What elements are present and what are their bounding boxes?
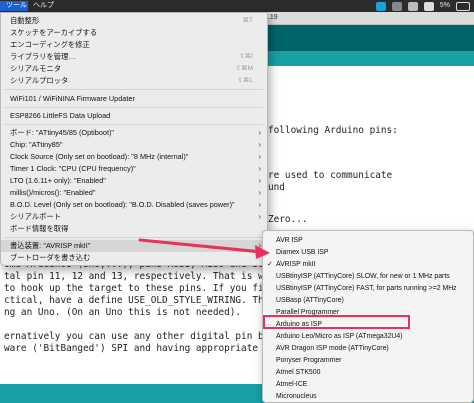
menu-item-littlefs-upload[interactable]: ESP8266 LittleFS Data Upload [1, 110, 267, 122]
menu-item-lto[interactable]: LTO (1.6.11+ only): "Enabled" › [1, 175, 267, 187]
battery-percent: 5% [439, 2, 450, 9]
programmer-diamex-usb-isp[interactable]: Diamex USB ISP [263, 247, 473, 259]
chevron-right-icon: › [258, 241, 261, 250]
code-line: und [268, 182, 285, 193]
chevron-right-icon: › [258, 200, 261, 209]
menu-item-timer1-clock[interactable]: Timer 1 Clock: "CPU (CPU frequency)" › [1, 163, 267, 175]
wifi-icon[interactable] [423, 1, 434, 11]
app-status-icon[interactable] [375, 1, 386, 11]
programmer-usbtinyisp-fast[interactable]: USBtinyISP (ATTinyCore) FAST, for parts … [263, 283, 473, 295]
programmer-atmel-stk500[interactable]: Atmel STK500 [263, 367, 473, 379]
menu-item-chip[interactable]: Chip: "ATtiny85" › [1, 139, 267, 151]
control-center-icon[interactable] [407, 1, 418, 11]
menu-separator [5, 237, 263, 238]
menu-item-auto-format[interactable]: 自動整形 ⌘T [1, 15, 267, 27]
programmer-avr-isp[interactable]: AVR ISP [263, 235, 473, 247]
chevron-right-icon: › [258, 164, 261, 173]
display-icon[interactable] [391, 1, 402, 11]
menu-item-burn-bootloader[interactable]: ブートローダを書き込む [1, 252, 267, 264]
programmer-avrisp-mkii[interactable]: ✓ AVRISP mkII [263, 259, 473, 271]
menu-item-fix-encoding[interactable]: エンコーディングを修正 [1, 39, 267, 51]
programmer-ponyser[interactable]: Ponyser Programmer [263, 355, 473, 367]
menu-item-board[interactable]: ボード: "ATtiny45/85 (Optiboot)" › [1, 127, 267, 139]
annotation-highlight-box [263, 315, 410, 329]
menu-item-bod-level[interactable]: B.O.D. Level (Only set on bootload): "B.… [1, 199, 267, 211]
chevron-right-icon: › [258, 140, 261, 149]
menu-tools[interactable]: ツール [0, 1, 28, 11]
programmer-micronucleus[interactable]: Micronucleus [263, 391, 473, 403]
shortcut-label: ⇧⌘L [237, 77, 253, 84]
shortcut-label: ⇧⌘I [239, 53, 253, 60]
menu-item-clock-source[interactable]: Clock Source (Only set on bootload): "8 … [1, 151, 267, 163]
code-line: following Arduino pins: [268, 125, 398, 136]
menu-help[interactable]: ヘルプ [33, 1, 54, 11]
chevron-right-icon: › [258, 128, 261, 137]
chevron-right-icon: › [258, 152, 261, 161]
menu-separator [5, 124, 263, 125]
menu-separator [5, 107, 263, 108]
menu-item-manage-libraries[interactable]: ライブラリを管理… ⇧⌘I [1, 51, 267, 63]
menu-item-programmer[interactable]: 書込装置: "AVRISP mkII" › [1, 240, 267, 252]
menu-item-board-info[interactable]: ボード情報を取得 [1, 223, 267, 235]
tools-dropdown-menu: 自動整形 ⌘T スケッチをアーカイブする エンコーディングを修正 ライブラリを管理… [0, 12, 268, 266]
menu-separator [5, 89, 263, 90]
shortcut-label: ⌘T [242, 17, 253, 24]
code-line: re used to communicate [268, 170, 393, 181]
code-line: ng an Uno. (On an Uno this is not needed… [4, 307, 242, 318]
menu-item-serial-plotter[interactable]: シリアルプロッタ ⇧⌘L [1, 75, 267, 87]
shortcut-label: ⇧⌘M [235, 65, 253, 72]
programmer-avr-dragon[interactable]: AVR Dragon ISP mode (ATTinyCore) [263, 343, 473, 355]
programmer-atmel-ice[interactable]: Atmel-ICE [263, 379, 473, 391]
menu-item-millis[interactable]: millis()/micros(): "Enabled" › [1, 187, 267, 199]
programmer-usbtinyisp-slow[interactable]: USBtinyISP (ATTinyCore) SLOW, for new or… [263, 271, 473, 283]
menu-item-serial-monitor[interactable]: シリアルモニタ ⇧⌘M [1, 63, 267, 75]
checkmark-icon: ✓ [267, 261, 273, 268]
status-area: 5% [375, 1, 470, 11]
programmer-usbasp[interactable]: USBasp (ATTinyCore) [263, 295, 473, 307]
battery-icon [456, 1, 470, 11]
chevron-right-icon: › [258, 188, 261, 197]
menu-item-serial-port[interactable]: シリアルポート › [1, 211, 267, 223]
macos-menu-bar: ツール ヘルプ 5% [0, 0, 474, 12]
programmer-leo-micro-as-isp[interactable]: Arduino Leo/Micro as ISP (ATmega32U4) [263, 331, 473, 343]
chevron-right-icon: › [258, 212, 261, 221]
code-line: Zero... [268, 214, 308, 225]
chevron-right-icon: › [258, 176, 261, 185]
menu-item-archive-sketch[interactable]: スケッチをアーカイブする [1, 27, 267, 39]
menu-item-wifi-firmware-updater[interactable]: WiFi101 / WiFiNINA Firmware Updater [1, 93, 267, 105]
